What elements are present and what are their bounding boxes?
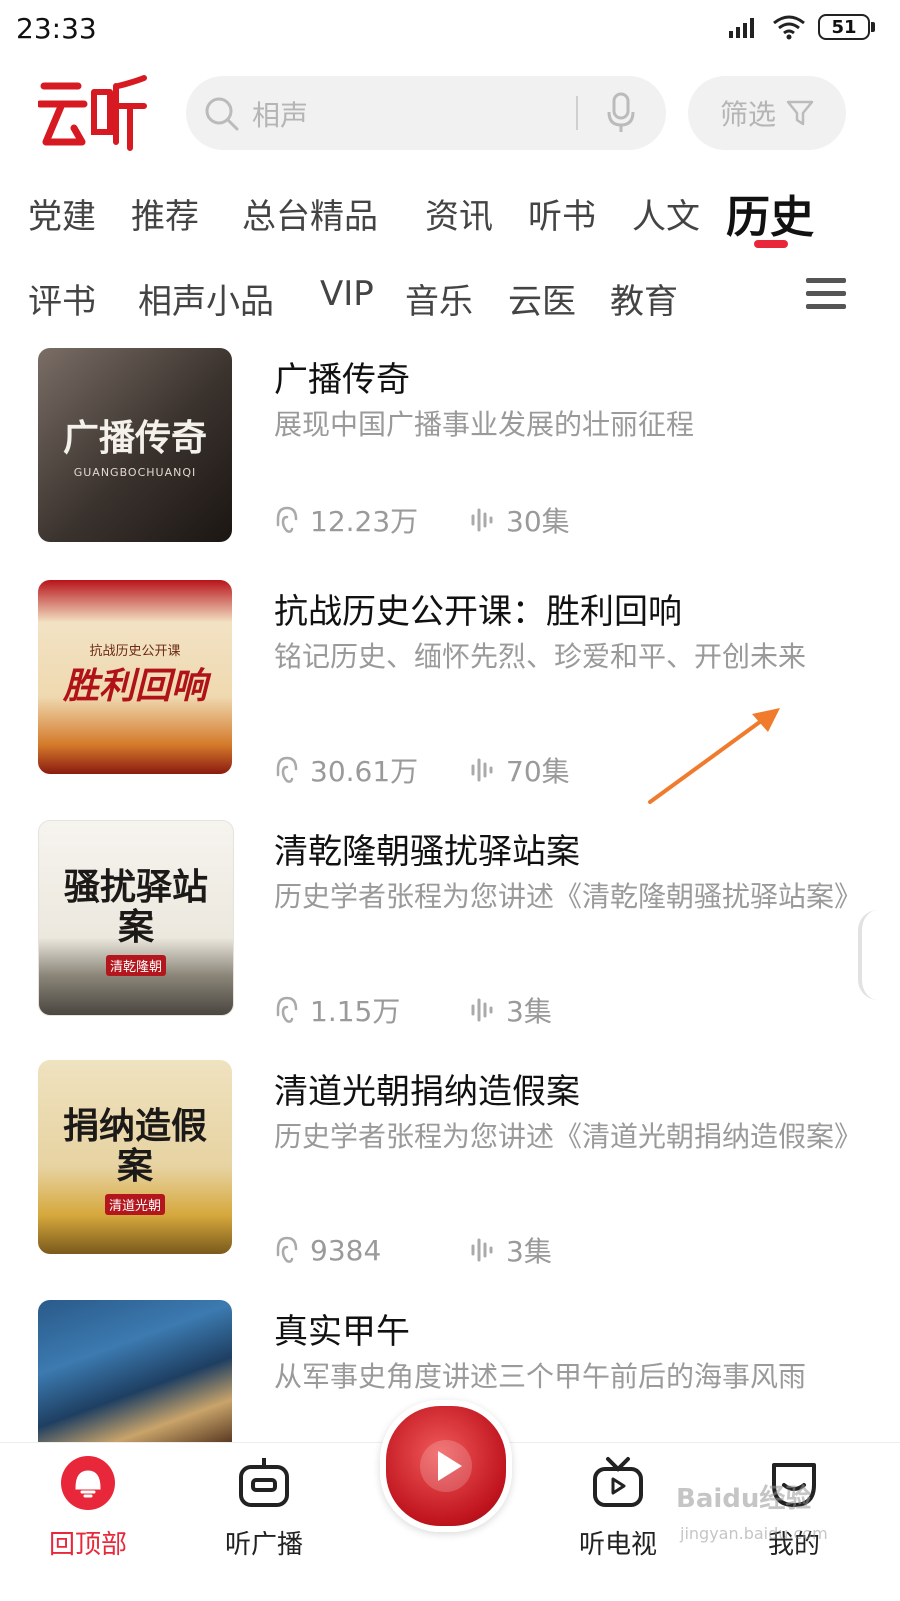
side-scroll-handle[interactable]	[858, 910, 878, 1000]
item-description: 历史学者张程为您讲述《清乾隆朝骚扰驿站案》	[274, 880, 863, 913]
tab-history[interactable]: 历史	[726, 181, 814, 245]
app-logo[interactable]	[38, 72, 148, 152]
tab-audiobooks[interactable]: 听书	[528, 189, 596, 238]
item-meta: 30.61万 70集	[274, 750, 570, 790]
battery-indicator: 51	[818, 14, 875, 40]
watermark-sub: jingyan.baidu.com	[680, 1524, 828, 1543]
back-to-top-icon	[61, 1456, 115, 1510]
tab-crosstalk[interactable]: 相声小品	[138, 274, 274, 323]
soundwave-icon	[471, 508, 493, 532]
play-count: 1.15万	[310, 995, 401, 1028]
play-icon	[420, 1440, 472, 1492]
category-tabs-secondary: 评书 相声小品 VIP 音乐 云医 教育	[0, 268, 900, 328]
tab-dangjian[interactable]: 党建	[28, 189, 96, 238]
item-description: 从军事史角度讲述三个甲午前后的海事风雨	[274, 1360, 807, 1393]
annotation-arrow	[648, 708, 780, 804]
item-meta: 1.15万 3集	[274, 990, 552, 1030]
tab-vip[interactable]: VIP	[320, 274, 374, 314]
episode-count: 70集	[506, 755, 570, 788]
tab-cctv-premium[interactable]: 总台精品	[242, 189, 378, 238]
wifi-icon	[773, 15, 805, 40]
nav-back-to-top[interactable]: 回顶部	[8, 1455, 168, 1561]
watermark: Baidu经验	[676, 1484, 812, 1514]
item-description: 历史学者张程为您讲述《清道光朝捐纳造假案》	[274, 1120, 863, 1153]
episode-count: 3集	[506, 995, 552, 1028]
cover-image	[38, 1300, 232, 1442]
filter-button[interactable]: 筛选	[688, 76, 846, 150]
play-count: 9384	[310, 1233, 382, 1267]
tab-recommend[interactable]: 推荐	[131, 189, 199, 238]
signal-icon	[729, 18, 754, 38]
list-item[interactable]: 骚扰驿站案 清乾隆朝 清乾隆朝骚扰驿站案 历史学者张程为您讲述《清乾隆朝骚扰驿站…	[0, 820, 900, 1030]
search-divider	[576, 96, 578, 130]
cover-subtitle: 抗战历史公开课	[89, 643, 181, 659]
item-title[interactable]: 清道光朝捐纳造假案	[274, 1064, 580, 1113]
headphones-icon	[276, 996, 298, 1023]
menu-icon[interactable]	[806, 278, 846, 317]
headphones-icon	[276, 506, 298, 533]
cover-image: 捐纳造假案 清道光朝	[38, 1060, 232, 1254]
episode-count: 30集	[506, 505, 570, 538]
status-bar: 23:33 51	[0, 0, 900, 62]
active-tab-indicator	[754, 240, 788, 248]
search-bar[interactable]	[186, 76, 666, 150]
item-title[interactable]: 广播传奇	[274, 352, 410, 401]
nav-label: 听广播	[224, 1530, 303, 1560]
item-description: 铭记历史、缅怀先烈、珍爱和平、开创未来	[274, 640, 807, 673]
item-description: 展现中国广播事业发展的壮丽征程	[274, 408, 695, 441]
item-title[interactable]: 抗战历史公开课：胜利回响	[274, 584, 682, 633]
item-meta: 9384 3集	[274, 1230, 552, 1270]
episode-count: 3集	[506, 1235, 552, 1268]
search-input[interactable]	[250, 96, 554, 134]
search-icon	[205, 97, 239, 131]
tab-health[interactable]: 云医	[508, 274, 576, 323]
cover-title: 捐纳造假案	[62, 1104, 207, 1187]
status-icons: 51	[728, 14, 875, 40]
tab-news[interactable]: 资讯	[425, 189, 493, 238]
cover-subtitle: GUANGBOCHUANQI	[73, 466, 197, 480]
item-title[interactable]: 真实甲午	[274, 1304, 410, 1353]
cover-image: 骚扰驿站案 清乾隆朝	[38, 820, 234, 1016]
filter-label: 筛选	[719, 98, 776, 131]
item-meta: 12.23万 30集	[274, 500, 570, 540]
list-item[interactable]: 捐纳造假案 清道光朝 清道光朝捐纳造假案 历史学者张程为您讲述《清道光朝捐纳造假…	[0, 1060, 900, 1270]
status-time: 23:33	[16, 12, 97, 45]
nav-label: 听电视	[578, 1530, 657, 1560]
play-count: 12.23万	[310, 505, 419, 538]
filter-icon	[786, 100, 814, 126]
cover-subtitle: 清道光朝	[104, 1194, 165, 1216]
headphones-icon	[276, 756, 298, 783]
cover-title: 广播传奇	[62, 416, 207, 459]
nav-label: 回顶部	[48, 1530, 127, 1560]
item-title[interactable]: 清乾隆朝骚扰驿站案	[274, 824, 580, 873]
tab-pingshu[interactable]: 评书	[28, 274, 96, 323]
cover-image: 抗战历史公开课 胜利回响	[38, 580, 232, 774]
center-play-button[interactable]	[380, 1400, 512, 1532]
soundwave-icon	[471, 1238, 493, 1262]
play-count: 30.61万	[310, 755, 419, 788]
tab-education[interactable]: 教育	[610, 274, 678, 323]
microphone-icon[interactable]	[606, 92, 636, 134]
list-item[interactable]: 广播传奇 GUANGBOCHUANQI 广播传奇 展现中国广播事业发展的壮丽征程…	[0, 348, 900, 558]
soundwave-icon	[471, 758, 493, 782]
cover-title: 骚扰驿站案	[63, 865, 208, 948]
cover-title: 胜利回响	[62, 664, 207, 707]
radio-icon	[239, 1458, 289, 1507]
soundwave-icon	[471, 998, 493, 1022]
tv-icon	[593, 1457, 643, 1507]
nav-radio[interactable]: 听广播	[184, 1455, 344, 1561]
headphones-icon	[276, 1236, 298, 1263]
tab-humanities[interactable]: 人文	[632, 189, 700, 238]
cover-subtitle: 清乾隆朝	[105, 955, 166, 977]
tab-music[interactable]: 音乐	[405, 274, 473, 323]
category-tabs-primary: 党建 推荐 总台精品 资讯 听书 人文 历史	[0, 183, 900, 243]
nav-tv[interactable]: 听电视	[538, 1455, 698, 1561]
cover-image: 广播传奇 GUANGBOCHUANQI	[38, 348, 232, 542]
